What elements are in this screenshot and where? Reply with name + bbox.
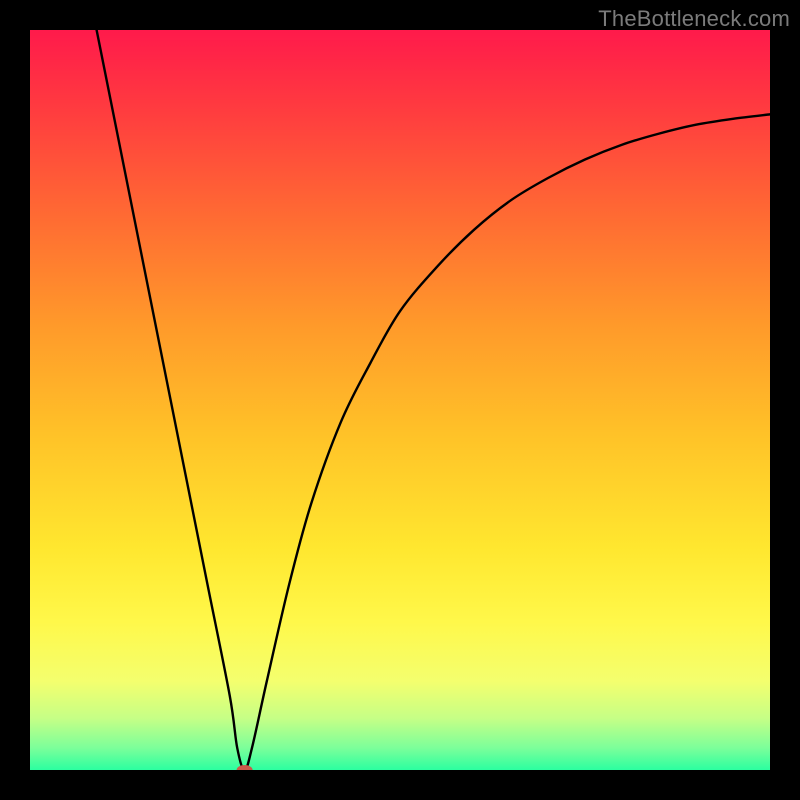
chart-frame: TheBottleneck.com — [0, 0, 800, 800]
plot-area — [30, 30, 770, 770]
gradient-background — [30, 30, 770, 770]
chart-svg — [30, 30, 770, 770]
watermark-label: TheBottleneck.com — [598, 6, 790, 32]
